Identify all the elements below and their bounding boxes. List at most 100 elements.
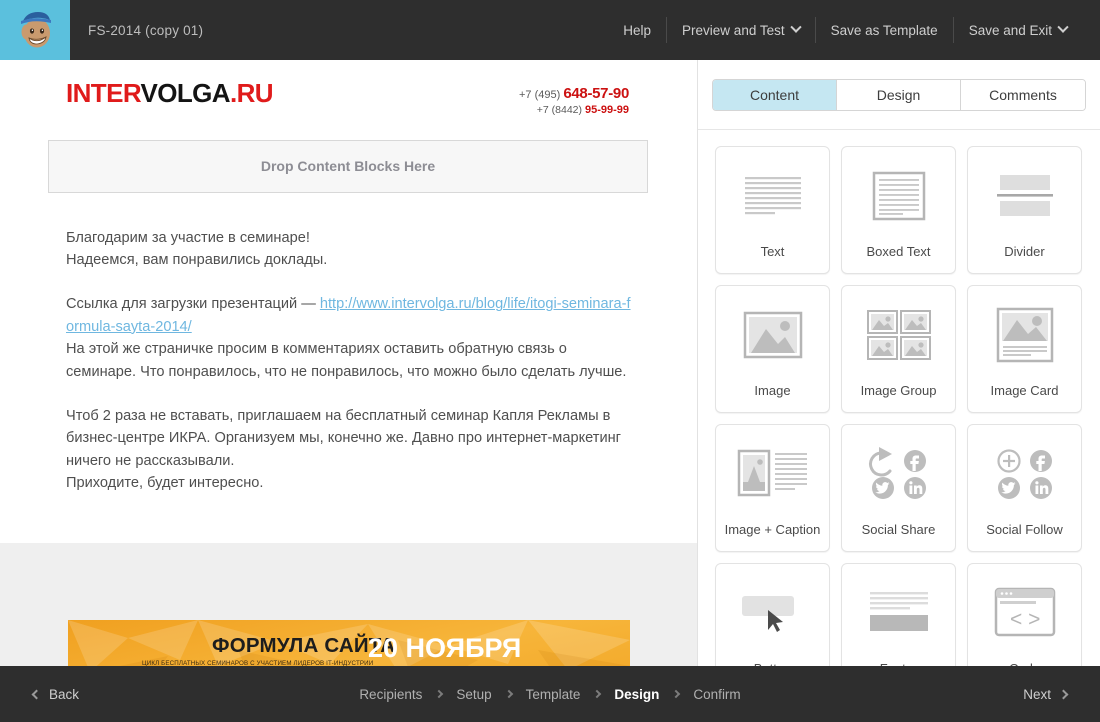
block-boxed-text-label: Boxed Text (866, 245, 930, 273)
preview-and-test-label: Preview and Test (682, 23, 785, 38)
next-button[interactable]: Next (1023, 687, 1100, 702)
phone-secondary-prefix: +7 (8442) (537, 104, 585, 116)
tab-content[interactable]: Content (713, 80, 837, 110)
paragraph-spacer (66, 271, 637, 293)
text-lines-icon (716, 147, 829, 245)
panel-tabstrip: Content Design Comments (712, 79, 1086, 111)
content-blocks-panel: Content Design Comments (697, 60, 1100, 666)
block-image-card-label: Image Card (991, 384, 1059, 412)
chevron-down-icon (1057, 22, 1068, 33)
seminar-banner-block[interactable]: ФОРМУЛА САЙТА ЦИКЛ БЕСПЛАТНЫХ СЕМИНАРОВ … (68, 620, 630, 666)
back-label: Back (49, 687, 79, 702)
step-setup[interactable]: Setup (456, 687, 491, 702)
link-lead-text: Ссылка для загрузки презентаций — (66, 296, 320, 312)
paragraph-line: Чтоб 2 раза не вставать, приглашаем на б… (66, 405, 637, 472)
share-arrow-icon (870, 447, 891, 475)
code-icon: < > (968, 564, 1081, 662)
step-separator-icon (672, 690, 680, 698)
social-share-icon (842, 425, 955, 523)
step-separator-icon (593, 690, 601, 698)
paragraph-line: На этой же страничке просим в комментари… (66, 338, 637, 383)
step-separator-icon (504, 690, 512, 698)
phone-secondary-number: 95-99-99 (585, 104, 629, 116)
block-image-group-label: Image Group (861, 384, 937, 412)
mailchimp-freddie-icon[interactable] (0, 0, 70, 60)
step-recipients[interactable]: Recipients (359, 687, 422, 702)
tab-design[interactable]: Design (837, 80, 961, 110)
image-group-icon (842, 286, 955, 384)
svg-text:< >: < > (1010, 608, 1040, 631)
block-image-label: Image (754, 384, 790, 412)
button-icon (716, 564, 829, 662)
email-text-block[interactable]: Благодарим за участие в семинаре! Надеем… (0, 193, 697, 495)
content-block-grid: Text Boxed Text (698, 130, 1100, 666)
block-footer[interactable]: Footer (841, 563, 956, 666)
svg-text:20 НОЯБРЯ: 20 НОЯБРЯ (368, 633, 521, 663)
phone-primary-prefix: +7 (495) (519, 89, 563, 101)
block-social-follow-label: Social Follow (986, 523, 1063, 551)
block-button[interactable]: Button (715, 563, 830, 666)
back-button[interactable]: Back (0, 687, 79, 702)
seminar-banner-image: ФОРМУЛА САЙТА ЦИКЛ БЕСПЛАТНЫХ СЕМИНАРОВ … (68, 620, 630, 666)
mailchimp-campaign-editor: FS-2014 (copy 01) Help Preview and Test … (0, 0, 1100, 722)
save-as-template-label: Save as Template (831, 23, 938, 38)
block-image-caption[interactable]: Image + Caption (715, 424, 830, 552)
block-image-card[interactable]: Image Card (967, 285, 1082, 413)
chevron-right-icon (1059, 689, 1069, 699)
bottom-navigation-bar: Back Recipients Setup Template Design Co… (0, 666, 1100, 722)
step-separator-icon (435, 690, 443, 698)
logo-part-ru: .RU (230, 78, 273, 108)
chevron-left-icon (32, 689, 42, 699)
block-social-follow[interactable]: Social Follow (967, 424, 1082, 552)
step-template[interactable]: Template (526, 687, 581, 702)
paragraph-line: Благодарим за участие в семинаре! (66, 227, 637, 249)
save-and-exit-button[interactable]: Save and Exit (954, 17, 1082, 43)
drop-content-blocks-zone[interactable]: Drop Content Blocks Here (48, 140, 648, 193)
email-header-block[interactable]: INTERVOLGA.RU +7 (495) 648-57-90 +7 (844… (0, 60, 697, 118)
top-actions: Help Preview and Test Save as Template S… (608, 0, 1100, 60)
dropzone-label: Drop Content Blocks Here (261, 158, 435, 174)
help-label: Help (623, 23, 651, 38)
save-and-exit-label: Save and Exit (969, 23, 1052, 38)
next-label: Next (1023, 687, 1051, 702)
banner-artwork: ФОРМУЛА САЙТА ЦИКЛ БЕСПЛАТНЫХ СЕМИНАРОВ … (68, 620, 630, 666)
step-confirm[interactable]: Confirm (693, 687, 740, 702)
block-text[interactable]: Text (715, 146, 830, 274)
campaign-title: FS-2014 (copy 01) (70, 0, 203, 60)
block-code[interactable]: < > Code (967, 563, 1082, 666)
step-design[interactable]: Design (614, 687, 659, 702)
image-card-icon (968, 286, 1081, 384)
block-text-label: Text (761, 245, 785, 273)
block-boxed-text[interactable]: Boxed Text (841, 146, 956, 274)
paragraph-with-link: Ссылка для загрузки презентаций — http:/… (66, 293, 637, 338)
chevron-down-icon (790, 22, 801, 33)
paragraph-line: Приходите, будет интересно. (66, 472, 637, 494)
phone-primary: +7 (495) 648-57-90 (519, 85, 629, 104)
boxed-text-icon (842, 147, 955, 245)
image-caption-icon (716, 425, 829, 523)
block-image-group[interactable]: Image Group (841, 285, 956, 413)
logo-part-inter: INTER (66, 78, 141, 108)
contact-phones: +7 (495) 648-57-90 +7 (8442) 95-99-99 (519, 80, 629, 118)
block-image-caption-label: Image + Caption (725, 523, 821, 551)
block-divider[interactable]: Divider (967, 146, 1082, 274)
freddie-glyph (14, 8, 56, 52)
save-as-template-button[interactable]: Save as Template (816, 17, 953, 43)
paragraph-line: Надеемся, вам понравились доклады. (66, 249, 637, 271)
tab-comments[interactable]: Comments (961, 80, 1085, 110)
block-social-share-label: Social Share (862, 523, 936, 551)
intervolga-logo: INTERVOLGA.RU (66, 80, 273, 106)
help-button[interactable]: Help (608, 17, 666, 43)
tab-design-label: Design (877, 87, 921, 103)
block-image[interactable]: Image (715, 285, 830, 413)
preview-and-test-button[interactable]: Preview and Test (667, 17, 815, 43)
block-divider-label: Divider (1004, 245, 1044, 273)
paragraph-spacer (66, 383, 637, 405)
phone-secondary: +7 (8442) 95-99-99 (519, 104, 629, 118)
email-content: INTERVOLGA.RU +7 (495) 648-57-90 +7 (844… (0, 60, 697, 495)
email-preview-canvas[interactable]: INTERVOLGA.RU +7 (495) 648-57-90 +7 (844… (0, 60, 697, 666)
social-follow-icon (968, 425, 1081, 523)
divider-icon (968, 147, 1081, 245)
block-social-share[interactable]: Social Share (841, 424, 956, 552)
phone-primary-number: 648-57-90 (563, 85, 629, 102)
